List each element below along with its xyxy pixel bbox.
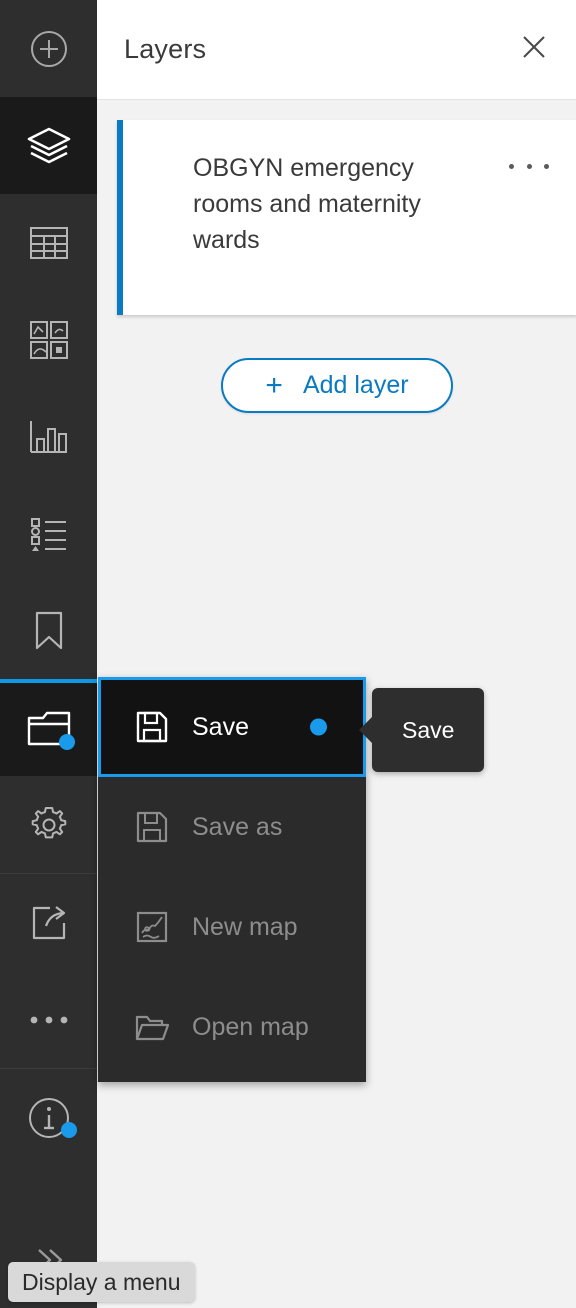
menu-item-new-map[interactable]: New map bbox=[98, 877, 366, 977]
floppy-disk-icon bbox=[126, 811, 178, 843]
share-icon bbox=[30, 904, 68, 942]
info-badge bbox=[61, 1122, 77, 1138]
layer-title: OBGYN emergency rooms and maternity ward… bbox=[193, 154, 421, 254]
sidebar-item-table[interactable] bbox=[0, 194, 97, 291]
gear-icon bbox=[29, 805, 69, 845]
new-map-icon bbox=[126, 911, 178, 943]
open-folder-icon bbox=[126, 1013, 178, 1041]
widgets-grid-icon bbox=[29, 320, 68, 359]
sidebar-item-settings[interactable] bbox=[0, 776, 97, 873]
sidebar-item-more[interactable] bbox=[0, 971, 97, 1068]
menu-item-label: Open map bbox=[192, 1012, 309, 1041]
map-files-badge bbox=[59, 734, 75, 750]
app-root: Layers OBGYN emergency rooms and materni… bbox=[0, 0, 576, 1308]
menu-item-label: Save bbox=[192, 712, 249, 741]
left-sidebar bbox=[0, 0, 97, 1308]
legend-list-icon bbox=[29, 516, 69, 552]
menu-item-label: New map bbox=[192, 912, 298, 941]
page-title: Layers bbox=[124, 34, 207, 64]
layer-accent-bar bbox=[117, 120, 123, 315]
file-menu: Save Save as New map Open map bbox=[98, 677, 366, 1082]
menu-item-open-map[interactable]: Open map bbox=[98, 977, 366, 1077]
sidebar-item-info[interactable] bbox=[0, 1069, 97, 1166]
sidebar-item-legend[interactable] bbox=[0, 485, 97, 582]
sidebar-item-layers[interactable] bbox=[0, 97, 97, 194]
layer-card[interactable]: OBGYN emergency rooms and maternity ward… bbox=[117, 120, 576, 315]
sidebar-item-widgets[interactable] bbox=[0, 291, 97, 388]
sidebar-item-bookmarks[interactable] bbox=[0, 582, 97, 679]
save-tooltip: Save bbox=[372, 688, 485, 772]
ellipsis-icon bbox=[544, 163, 549, 169]
sidebar-item-charts[interactable] bbox=[0, 388, 97, 485]
ellipsis-icon bbox=[509, 163, 514, 169]
display-menu-tooltip: Display a menu bbox=[8, 1262, 195, 1302]
table-icon bbox=[29, 226, 68, 259]
layer-options-button[interactable] bbox=[509, 154, 549, 178]
panel-header: Layers bbox=[97, 0, 576, 100]
menu-item-label: Save as bbox=[192, 812, 283, 841]
sidebar-item-map-files[interactable] bbox=[0, 679, 97, 776]
layers-icon bbox=[26, 125, 72, 167]
add-layer-label: Add layer bbox=[302, 371, 409, 399]
ellipsis-icon bbox=[526, 163, 532, 169]
floppy-disk-icon bbox=[126, 711, 178, 743]
close-button[interactable] bbox=[516, 32, 552, 68]
save-badge bbox=[310, 718, 327, 736]
ellipsis-icon bbox=[29, 1015, 69, 1025]
bookmark-icon bbox=[34, 611, 64, 651]
sidebar-item-add[interactable] bbox=[0, 0, 97, 97]
close-icon bbox=[521, 34, 547, 65]
menu-item-save[interactable]: Save bbox=[98, 677, 366, 777]
sidebar-item-share[interactable] bbox=[0, 874, 97, 971]
bar-chart-icon bbox=[29, 419, 69, 455]
menu-item-save-as[interactable]: Save as bbox=[98, 777, 366, 877]
add-layer-button[interactable]: + Add layer bbox=[221, 358, 453, 413]
circle-plus-icon bbox=[29, 29, 69, 69]
plus-icon: + bbox=[265, 368, 283, 402]
layers-panel: Layers OBGYN emergency rooms and materni… bbox=[97, 0, 576, 1308]
